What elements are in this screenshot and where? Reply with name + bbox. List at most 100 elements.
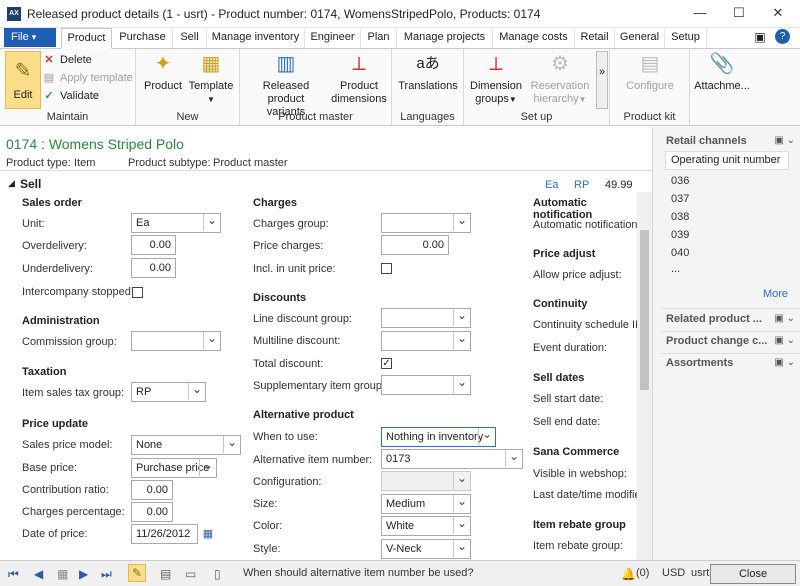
charges-group-field[interactable]	[381, 213, 471, 233]
group-label-product-master: Product master	[278, 111, 353, 123]
grid-view-icon[interactable]: ▦	[57, 566, 68, 582]
tab-purchase[interactable]: Purchase	[113, 28, 173, 48]
tab-product[interactable]: Product	[61, 28, 112, 49]
close-button[interactable]: Close	[710, 564, 796, 584]
alternative-number-label: Alternative item number:	[253, 454, 373, 466]
tab-plan[interactable]: Plan	[361, 28, 397, 48]
color-field[interactable]: White	[381, 516, 471, 536]
channel-row[interactable]: 037	[671, 193, 689, 205]
supplementary-group-field[interactable]	[381, 375, 471, 395]
details-view-icon[interactable]: ▤	[160, 566, 171, 582]
bell-icon[interactable]: 🔔	[621, 566, 636, 582]
contribution-ratio-field[interactable]: 0.00	[131, 480, 173, 500]
incl-unit-price-checkbox[interactable]	[381, 263, 392, 274]
attachments-button[interactable]: 📎 Attachme...	[692, 51, 752, 93]
commission-field[interactable]	[131, 331, 221, 351]
tab-retail[interactable]: Retail	[575, 28, 615, 48]
tab-manage-projects[interactable]: Manage projects	[397, 28, 493, 48]
product-change-title[interactable]: Product change c...	[666, 335, 767, 347]
related-product-title[interactable]: Related product ...	[666, 313, 762, 325]
retail-channels-title[interactable]: Retail channels	[666, 135, 747, 147]
tab-manage-inventory[interactable]: Manage inventory	[207, 28, 305, 48]
tab-file[interactable]: File ▾	[4, 28, 56, 47]
group-product-kit: ▤ Configure Product kit	[610, 49, 690, 125]
close-window-icon[interactable]: ✕	[768, 5, 788, 21]
tab-setup[interactable]: Setup	[665, 28, 707, 48]
previous-record-icon[interactable]: ◀	[34, 566, 43, 582]
multiline-discount-field[interactable]	[381, 331, 471, 351]
first-record-icon[interactable]: ⏮	[8, 566, 19, 582]
scrollbar-thumb[interactable]	[640, 230, 649, 390]
chevron-down-icon: ▼	[207, 95, 215, 104]
price-charges-field[interactable]: 0.00	[381, 235, 449, 255]
configure-button[interactable]: ▤ Configure	[618, 51, 682, 93]
style-field[interactable]: V-Neck	[381, 539, 471, 559]
product-header: 0174 : Womens Striped Polo Product type:…	[0, 127, 652, 171]
channel-row[interactable]: 039	[671, 229, 689, 241]
company: usrt	[691, 567, 710, 579]
incl-unit-price-label: Incl. in unit price:	[253, 263, 336, 275]
channel-row[interactable]: 038	[671, 211, 689, 223]
tab-manage-costs[interactable]: Manage costs	[493, 28, 575, 48]
header-view-icon[interactable]: ▭	[185, 566, 196, 582]
next-record-icon[interactable]: ▶	[79, 566, 88, 582]
price-adjust-label: Allow price adjust:	[533, 269, 622, 281]
factbox-controls[interactable]: ▣ ⌄	[774, 357, 795, 368]
intercompany-checkbox[interactable]	[132, 287, 143, 298]
overdelivery-field[interactable]: 0.00	[131, 235, 176, 255]
when-to-use-field[interactable]: Nothing in inventory	[381, 427, 496, 447]
price-adjust-title: Price adjust	[533, 248, 596, 260]
tab-sell[interactable]: Sell	[173, 28, 207, 48]
tab-engineer[interactable]: Engineer	[305, 28, 361, 48]
reservation-hierarchy-button[interactable]: ⚙ Reservation hierarchy▼	[526, 51, 594, 106]
collapse-icon[interactable]: ◢	[8, 178, 15, 189]
layout-icon[interactable]: ▣	[752, 29, 768, 45]
date-of-price-field[interactable]: 11/26/2012	[131, 524, 198, 544]
tax-group-field[interactable]: RP	[131, 382, 206, 402]
commission-label: Commission group:	[22, 336, 117, 348]
validate-button[interactable]: ✓ Validate	[42, 87, 99, 105]
dimension-groups-button[interactable]: ⟂ Dimension groups▼	[466, 51, 526, 106]
apply-template-button[interactable]: ▤ Apply template	[42, 69, 133, 87]
product-subtype-value: Product master	[213, 157, 288, 169]
size-field[interactable]: Medium	[381, 494, 471, 514]
help-icon[interactable]: ?	[775, 29, 790, 44]
last-record-icon[interactable]: ⏭	[101, 566, 112, 582]
edit-button[interactable]: ✎ Edit	[5, 51, 41, 109]
more-link[interactable]: More	[763, 288, 788, 300]
minimize-icon[interactable]: —	[690, 5, 710, 21]
delete-button[interactable]: ✕ Delete	[42, 51, 91, 69]
chevron-down-icon: ⌄	[786, 357, 795, 368]
factbox-controls[interactable]: ▣ ⌄	[774, 335, 795, 346]
sell-start-label: Sell start date:	[533, 393, 604, 405]
chevron-down-icon: ⌄	[786, 135, 795, 146]
translations-button[interactable]: aあ Translations	[396, 51, 460, 93]
channel-row[interactable]: 040	[671, 247, 689, 259]
configuration-field[interactable]	[381, 471, 471, 491]
sales-price-model-field[interactable]: None	[131, 435, 241, 455]
alternative-number-field[interactable]: 0173	[381, 449, 523, 469]
overflow-chevron-icon[interactable]: »	[596, 51, 608, 109]
product-dimensions-button[interactable]: ⟂ Product dimensions	[330, 51, 388, 106]
maximize-icon[interactable]: ☐	[729, 5, 749, 21]
released-product-variants-button[interactable]: ▥ Released product variants	[244, 51, 328, 119]
factbox-controls[interactable]: ▣ ⌄	[774, 313, 795, 324]
tab-general[interactable]: General	[615, 28, 665, 48]
base-price-field[interactable]: Purchase price	[131, 458, 217, 478]
factbox-controls[interactable]: ▣ ⌄	[774, 135, 795, 146]
sell-section-header[interactable]: ◢ Sell Ea RP 49.99	[0, 174, 652, 192]
charges-percentage-field[interactable]: 0.00	[131, 502, 173, 522]
operating-unit-header[interactable]: Operating unit number	[665, 151, 789, 170]
underdelivery-label: Underdelivery:	[22, 263, 93, 275]
assortments-title[interactable]: Assortments	[666, 357, 733, 369]
channel-row[interactable]: 036	[671, 175, 689, 187]
template-button[interactable]: ▦ Template ▼	[186, 51, 236, 106]
total-discount-checkbox[interactable]: ✓	[381, 358, 392, 369]
underdelivery-field[interactable]: 0.00	[131, 258, 176, 278]
edit-mode-icon[interactable]: ✎	[128, 564, 146, 582]
calendar-icon[interactable]: ▦	[201, 527, 215, 541]
last-modified-label: Last date/time modifie	[533, 489, 637, 501]
new-product-button[interactable]: ✦ Product	[142, 51, 184, 93]
unit-field[interactable]: Ea	[131, 213, 221, 233]
line-discount-field[interactable]	[381, 308, 471, 328]
